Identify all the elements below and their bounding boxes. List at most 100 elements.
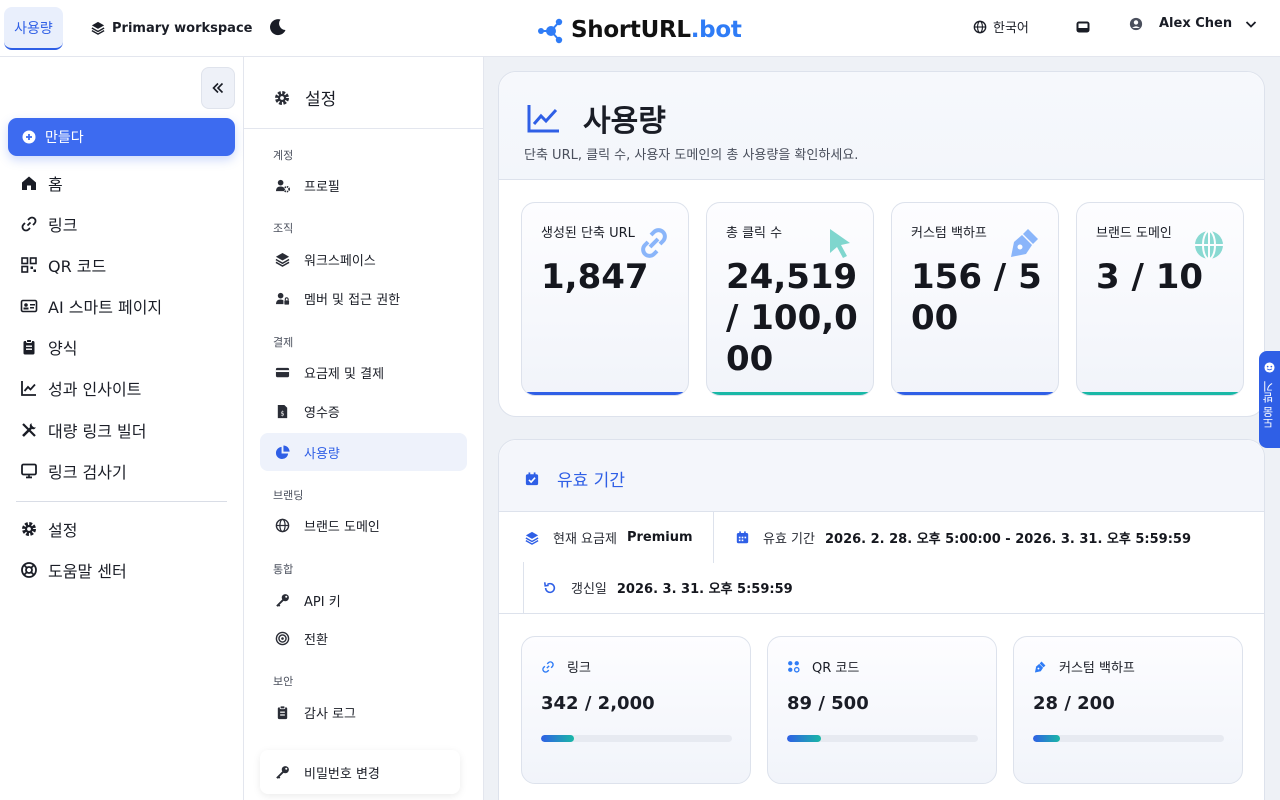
validity-title: 유효 기간 — [557, 471, 625, 491]
clipboard-icon — [23, 339, 35, 355]
chart-line-icon — [527, 105, 559, 133]
language-label: 한국어 — [993, 21, 1029, 36]
create-label: 만들다 — [45, 130, 84, 146]
tab-usage[interactable]: 사용량 — [4, 7, 63, 50]
sidebar-item-ai-smart-page[interactable]: AI 스마트 페이지 — [20, 294, 162, 318]
settings-item-label: API 키 — [304, 594, 341, 610]
user-gear-icon — [275, 179, 290, 193]
credit-card-icon — [275, 367, 290, 377]
settings-item-profile[interactable]: 프로필 — [260, 166, 467, 204]
settings-item-conversion[interactable]: 전환 — [260, 619, 467, 657]
language-selector[interactable]: 한국어 — [973, 17, 1029, 36]
sidebar-item-label: 링크 검사기 — [48, 463, 127, 482]
settings-item-label: 멤버 및 접근 권한 — [304, 292, 401, 308]
renewal-value: 2026. 3. 31. 오후 5:59:59 — [616, 582, 793, 597]
settings-item-label: 사용량 — [304, 446, 340, 462]
user-lock-icon — [275, 292, 290, 305]
receipt-icon: $ — [277, 404, 288, 418]
top-bar: 사용량 Primary workspace ShortURL.bot 한국어 A… — [0, 0, 1280, 57]
change-password-button[interactable]: 비밀번호 변경 — [260, 750, 460, 794]
stat-accent-bar — [1077, 392, 1243, 395]
help-feedback-tab[interactable]: 도움 받기 — [1259, 351, 1280, 448]
id-card-icon — [20, 299, 38, 313]
validity-period-value: 2026. 2. 28. 오후 5:00:00 - 2026. 3. 31. 오… — [824, 532, 1191, 547]
renewal-date: 갱신일 2026. 3. 31. 오후 5:59:59 — [543, 578, 793, 597]
sidebar-item-link-checker[interactable]: 링크 검사기 — [20, 459, 127, 483]
limit-progress-track — [1033, 735, 1224, 742]
current-plan-label: 현재 요금제 — [553, 532, 617, 547]
sidebar-item-qr[interactable]: QR 코드 — [20, 253, 106, 277]
settings-item-api-key[interactable]: API 키 — [260, 581, 467, 619]
smile-icon — [1264, 362, 1275, 373]
collapse-sidebar-button[interactable] — [201, 67, 235, 109]
stat-value: 156 / 500 — [911, 257, 1042, 338]
sidebar-divider — [16, 501, 227, 502]
sidebar-item-label: 양식 — [48, 339, 78, 358]
lifebuoy-icon — [21, 562, 37, 578]
settings-item-audit-log[interactable]: 감사 로그 — [260, 693, 467, 731]
section-label-security: 보안 — [273, 675, 294, 688]
limit-label: 링크 — [567, 661, 591, 676]
calendar-icon — [736, 531, 749, 544]
limit-value: 28 / 200 — [1033, 693, 1115, 714]
stat-card-custom-backhalf: 커스텀 백하프 156 / 500 — [891, 202, 1059, 396]
gear-icon — [22, 522, 36, 536]
settings-item-usage[interactable]: 사용량 — [260, 433, 467, 471]
key-icon — [276, 765, 289, 779]
workspace-selector[interactable]: Primary workspace — [91, 17, 252, 39]
sidebar-item-label: 링크 — [48, 216, 78, 235]
sidebar: 만들다 홈 링크 QR 코드 AI 스마트 페이지 양식 성과 인사이트 대량 … — [0, 57, 244, 800]
limit-label: QR 코드 — [812, 661, 860, 676]
limit-progress-fill — [541, 735, 574, 742]
user-circle-icon — [1129, 17, 1143, 30]
limit-progress-fill — [1033, 735, 1060, 742]
pen-nib-icon — [1034, 661, 1046, 672]
stat-card-total-clicks: 총 클릭 수 24,519 / 100,000 — [706, 202, 874, 396]
sidebar-item-home[interactable]: 홈 — [20, 171, 63, 195]
sidebar-item-insights[interactable]: 성과 인사이트 — [20, 376, 141, 400]
settings-item-receipts[interactable]: $ 영수증 — [260, 392, 467, 430]
home-icon — [22, 176, 36, 190]
sidebar-item-help-center[interactable]: 도움말 센터 — [20, 558, 127, 582]
settings-nav-header: 설정 — [244, 57, 484, 129]
usage-header: 사용량 단축 URL, 클릭 수, 사용자 도메인의 총 사용량을 확인하세요. — [499, 72, 1264, 180]
create-button[interactable]: 만들다 — [8, 118, 235, 156]
section-label-branding: 브랜딩 — [273, 489, 304, 502]
sidebar-item-bulk-builder[interactable]: 대량 링크 빌더 — [20, 418, 147, 442]
sidebar-item-settings[interactable]: 설정 — [20, 517, 77, 541]
stat-accent-bar — [522, 392, 688, 395]
link-icon — [21, 216, 37, 232]
sidebar-item-links[interactable]: 링크 — [20, 212, 77, 236]
gear-icon — [275, 90, 289, 105]
globe-icon — [275, 518, 290, 532]
stat-label: 총 클릭 수 — [726, 226, 783, 241]
inbox-icon[interactable] — [1075, 19, 1091, 35]
usage-card: 사용량 단축 URL, 클릭 수, 사용자 도메인의 총 사용량을 확인하세요.… — [498, 71, 1265, 417]
settings-nav: 설정 계정 프로필 조직 워크스페이스 멤버 및 접근 권한 결제 요금제 및 … — [244, 57, 484, 800]
target-icon — [275, 631, 290, 645]
section-label-org: 조직 — [273, 222, 294, 235]
stat-label: 브랜드 도메인 — [1096, 226, 1172, 241]
settings-item-members[interactable]: 멤버 및 접근 권한 — [260, 279, 467, 317]
change-password-label: 비밀번호 변경 — [304, 766, 380, 782]
qr-icon — [21, 257, 37, 273]
stat-accent-bar — [707, 392, 873, 395]
main-content[interactable]: 사용량 단축 URL, 클릭 수, 사용자 도메인의 총 사용량을 확인하세요.… — [484, 57, 1280, 800]
logo[interactable]: ShortURL.bot — [537, 14, 742, 46]
layers-icon — [525, 531, 539, 545]
stat-value: 24,519 / 100,000 — [726, 257, 858, 379]
chevron-double-left-icon — [212, 82, 224, 94]
limit-progress-track — [541, 735, 732, 742]
globe-icon — [1195, 230, 1223, 260]
settings-item-plans[interactable]: 요금제 및 결제 — [260, 353, 467, 391]
limit-progress-track — [787, 735, 978, 742]
layers-icon — [275, 252, 290, 267]
sidebar-item-forms[interactable]: 양식 — [20, 335, 77, 359]
sidebar-item-label: 성과 인사이트 — [48, 380, 142, 399]
stat-label: 생성된 단축 URL — [541, 226, 635, 241]
moon-icon[interactable] — [268, 17, 288, 37]
settings-item-workspace[interactable]: 워크스페이스 — [260, 240, 467, 278]
user-menu[interactable]: Alex Chen — [1129, 16, 1258, 31]
settings-item-brand-domain[interactable]: 브랜드 도메인 — [260, 506, 467, 544]
sidebar-item-label: 도움말 센터 — [48, 562, 127, 581]
